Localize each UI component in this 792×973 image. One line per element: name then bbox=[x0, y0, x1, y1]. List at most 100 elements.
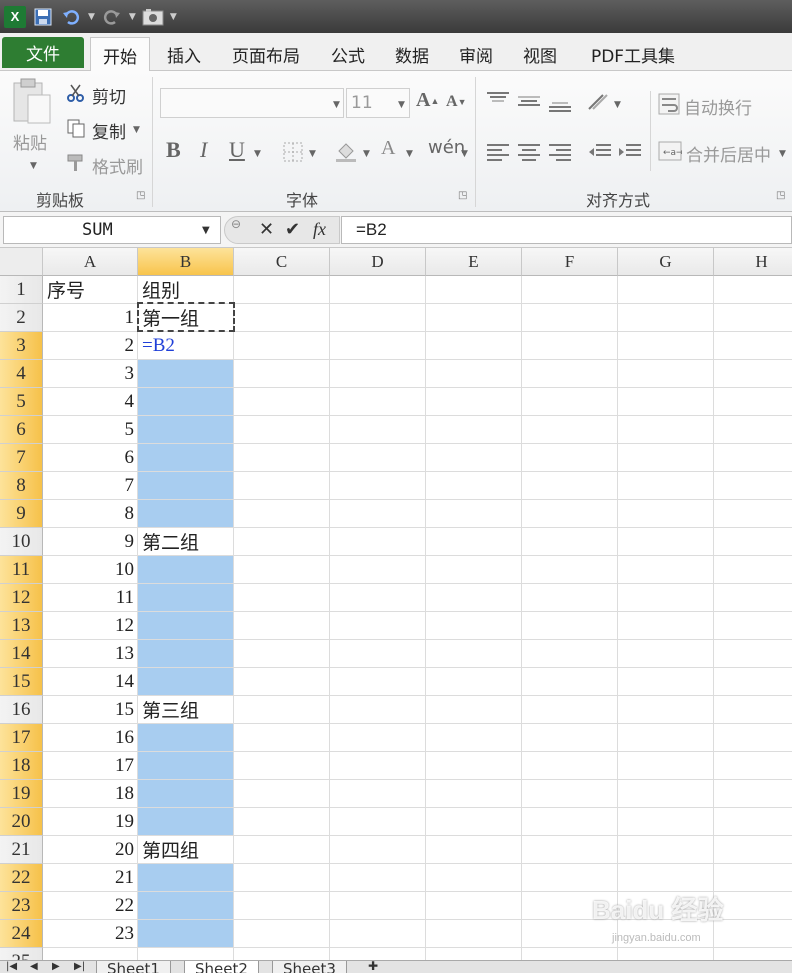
cell[interactable] bbox=[618, 584, 714, 612]
cell[interactable] bbox=[714, 472, 792, 500]
sheet-tab-3[interactable]: Sheet3 bbox=[272, 961, 347, 973]
cell-b[interactable]: 组别 bbox=[138, 276, 234, 304]
cell[interactable] bbox=[618, 780, 714, 808]
tab-view[interactable]: 视图 bbox=[514, 38, 566, 70]
cell-a[interactable]: 7 bbox=[43, 472, 138, 500]
cell[interactable] bbox=[714, 528, 792, 556]
cell[interactable] bbox=[426, 528, 522, 556]
cell[interactable] bbox=[330, 836, 426, 864]
cell-b[interactable] bbox=[138, 556, 234, 584]
row-header[interactable]: 22 bbox=[0, 864, 43, 892]
cell[interactable] bbox=[234, 556, 330, 584]
cell[interactable] bbox=[618, 864, 714, 892]
italic-button[interactable]: I bbox=[200, 137, 207, 163]
column-header-h[interactable]: H bbox=[714, 248, 792, 276]
cell[interactable] bbox=[522, 640, 618, 668]
column-header-b[interactable]: B bbox=[138, 248, 234, 276]
cell[interactable] bbox=[426, 388, 522, 416]
cell[interactable] bbox=[330, 360, 426, 388]
bold-button[interactable]: B bbox=[166, 137, 181, 163]
cell[interactable] bbox=[426, 640, 522, 668]
column-header-e[interactable]: E bbox=[426, 248, 522, 276]
undo-dropdown-icon[interactable]: ▼ bbox=[88, 12, 95, 22]
cell-a[interactable]: 10 bbox=[43, 556, 138, 584]
cell[interactable] bbox=[330, 752, 426, 780]
cell[interactable] bbox=[330, 780, 426, 808]
cell[interactable] bbox=[426, 444, 522, 472]
cell-b[interactable] bbox=[138, 724, 234, 752]
align-right-icon[interactable] bbox=[548, 143, 572, 161]
cell-a[interactable]: 2 bbox=[43, 332, 138, 360]
cell-b[interactable]: 第二组 bbox=[138, 528, 234, 556]
cell[interactable] bbox=[522, 472, 618, 500]
cut-icon[interactable] bbox=[66, 83, 86, 103]
align-middle-icon[interactable] bbox=[517, 93, 541, 109]
cell[interactable] bbox=[330, 584, 426, 612]
copy-button[interactable]: 复制 bbox=[92, 118, 126, 143]
cell-b[interactable] bbox=[138, 780, 234, 808]
cell[interactable] bbox=[522, 444, 618, 472]
cell[interactable] bbox=[618, 360, 714, 388]
column-header-a[interactable]: A bbox=[43, 248, 138, 276]
wrap-text-button[interactable]: 自动换行 bbox=[684, 94, 752, 119]
copy-dropdown-icon[interactable]: ▼ bbox=[133, 125, 140, 135]
cell[interactable] bbox=[234, 752, 330, 780]
tab-data[interactable]: 数据 bbox=[386, 38, 438, 70]
cell-b[interactable] bbox=[138, 612, 234, 640]
cell[interactable] bbox=[330, 696, 426, 724]
cell[interactable] bbox=[426, 472, 522, 500]
cancel-icon[interactable]: ✕ bbox=[259, 219, 274, 240]
fill-color-icon[interactable] bbox=[334, 139, 358, 163]
cell[interactable] bbox=[330, 276, 426, 304]
row-header[interactable]: 15 bbox=[0, 668, 43, 696]
cell[interactable] bbox=[234, 388, 330, 416]
cell[interactable] bbox=[234, 640, 330, 668]
sheet-tab-1[interactable]: Sheet1 bbox=[96, 961, 171, 973]
cell[interactable] bbox=[426, 920, 522, 948]
merge-center-dropdown-icon[interactable]: ▼ bbox=[779, 149, 786, 159]
cell-a[interactable]: 3 bbox=[43, 360, 138, 388]
cell[interactable] bbox=[618, 556, 714, 584]
cell[interactable] bbox=[330, 640, 426, 668]
cell-a[interactable]: 13 bbox=[43, 640, 138, 668]
cell-b[interactable] bbox=[138, 864, 234, 892]
cell[interactable] bbox=[234, 696, 330, 724]
tab-home[interactable]: 开始 bbox=[90, 37, 150, 72]
paste-button[interactable]: 粘贴 bbox=[13, 129, 47, 154]
cell[interactable] bbox=[618, 724, 714, 752]
cell-b[interactable] bbox=[138, 752, 234, 780]
cell-a[interactable]: 16 bbox=[43, 724, 138, 752]
cell[interactable] bbox=[330, 500, 426, 528]
cell[interactable] bbox=[714, 752, 792, 780]
cell[interactable] bbox=[618, 752, 714, 780]
cell[interactable] bbox=[234, 668, 330, 696]
cell[interactable] bbox=[522, 808, 618, 836]
cell[interactable] bbox=[330, 948, 426, 960]
redo-icon[interactable] bbox=[101, 6, 123, 28]
phonetic-dropdown-icon[interactable]: ▼ bbox=[461, 149, 468, 159]
insert-function-icon[interactable]: fx bbox=[313, 219, 326, 240]
cell[interactable] bbox=[714, 920, 792, 948]
cell[interactable] bbox=[330, 808, 426, 836]
clipboard-launcher-icon[interactable]: ◳ bbox=[136, 190, 145, 201]
row-header[interactable]: 19 bbox=[0, 780, 43, 808]
cell[interactable] bbox=[426, 612, 522, 640]
cell[interactable] bbox=[618, 500, 714, 528]
cell[interactable] bbox=[522, 416, 618, 444]
cell[interactable] bbox=[714, 500, 792, 528]
cell-b[interactable] bbox=[138, 444, 234, 472]
cell[interactable] bbox=[618, 808, 714, 836]
cell-b[interactable] bbox=[138, 892, 234, 920]
cell-a[interactable]: 15 bbox=[43, 696, 138, 724]
cell[interactable] bbox=[330, 472, 426, 500]
cell-b[interactable] bbox=[138, 388, 234, 416]
cell[interactable] bbox=[234, 808, 330, 836]
cell[interactable] bbox=[522, 780, 618, 808]
cell-a[interactable]: 12 bbox=[43, 612, 138, 640]
underline-button[interactable]: U bbox=[229, 137, 245, 163]
cell[interactable] bbox=[234, 584, 330, 612]
cell[interactable] bbox=[426, 584, 522, 612]
cell[interactable] bbox=[330, 556, 426, 584]
cell[interactable] bbox=[714, 416, 792, 444]
cell[interactable] bbox=[618, 388, 714, 416]
